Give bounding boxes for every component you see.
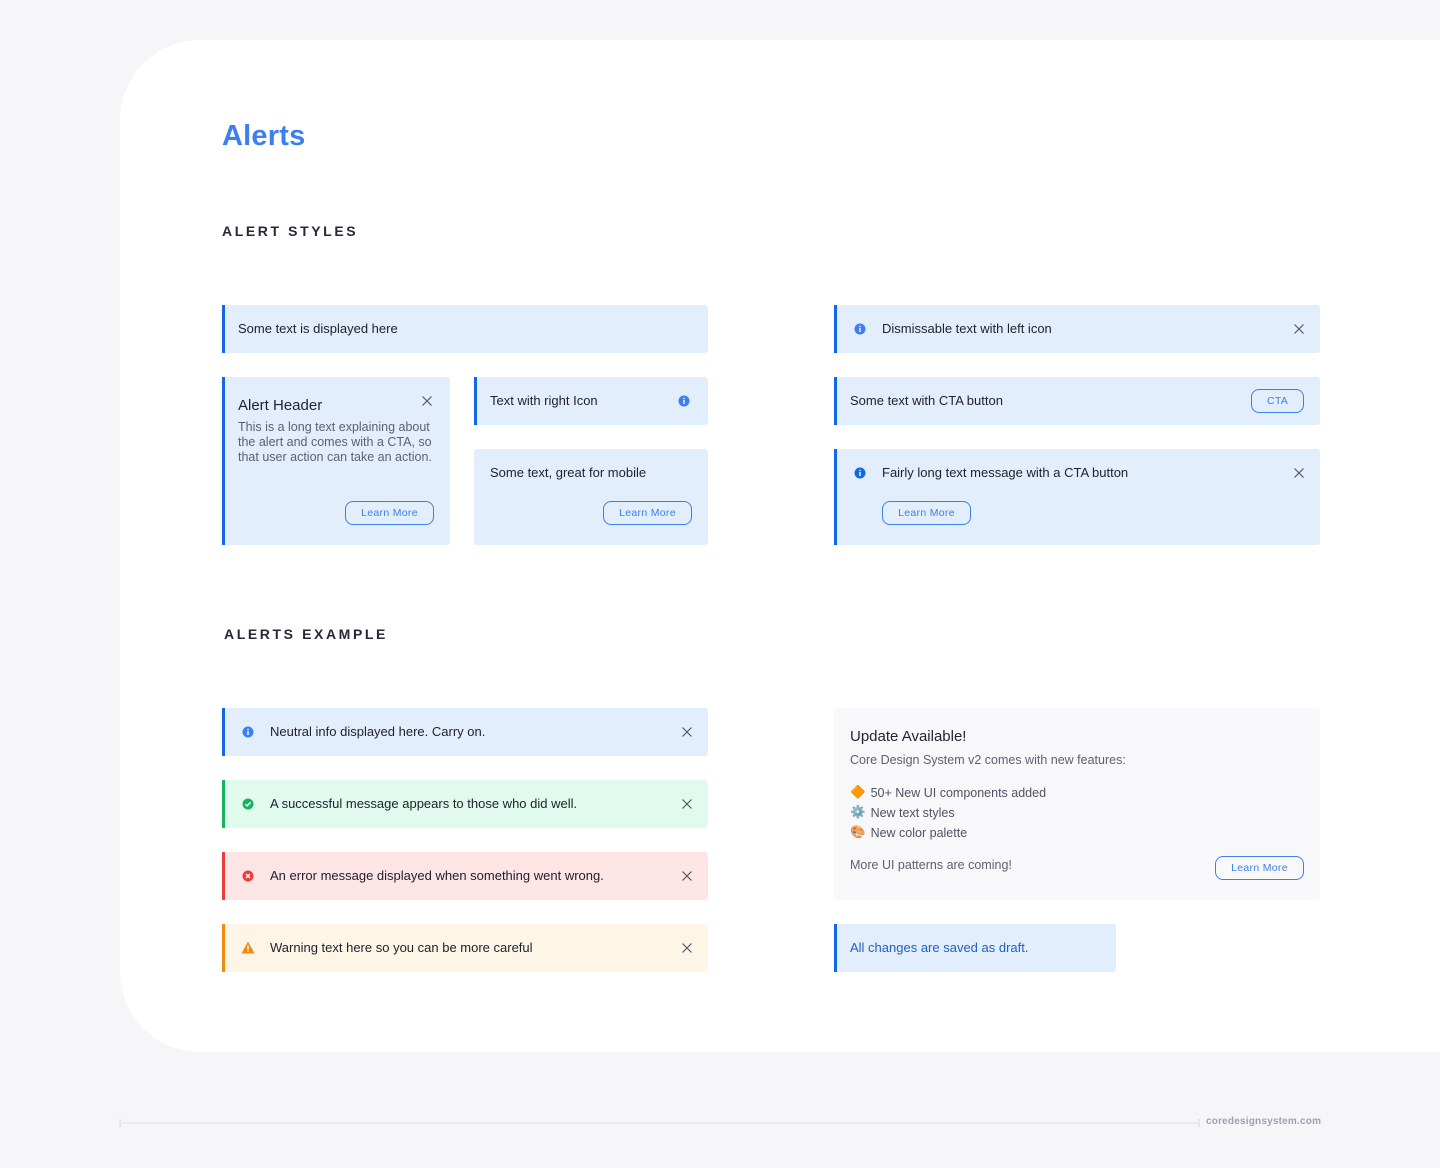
alert-text: Fairly long text message with a CTA butt…: [882, 465, 1129, 480]
alert-with-header: Alert Header This is a long text explain…: [222, 377, 450, 545]
alert-info: Neutral info displayed here. Carry on.: [222, 708, 708, 756]
alert-draft: All changes are saved as draft.: [834, 924, 1116, 972]
alert-text: Some text is displayed here: [238, 321, 398, 336]
alert-dismissable: Dismissable text with left icon: [834, 305, 1320, 353]
alert-text: Some text with CTA button: [850, 393, 1003, 408]
alert-simple: Some text is displayed here: [222, 305, 708, 353]
info-icon: [854, 323, 866, 335]
cta-button[interactable]: CTA: [1251, 389, 1304, 413]
footer-link[interactable]: coredesignsystem.com: [1206, 1116, 1321, 1127]
close-icon[interactable]: [421, 395, 433, 407]
palette-icon: 🎨: [850, 825, 866, 839]
update-description: Core Design System v2 comes with new fea…: [850, 753, 1126, 767]
footer-divider: [120, 1122, 1200, 1124]
learn-more-button[interactable]: Learn More: [882, 501, 971, 525]
feature-item: 🎨 New color palette: [850, 825, 967, 840]
learn-more-button[interactable]: Learn More: [603, 501, 692, 525]
footer-tick: [1198, 1119, 1200, 1127]
info-icon: [678, 395, 690, 407]
alert-warning: Warning text here so you can be more car…: [222, 924, 708, 972]
alert-right-icon: Text with right Icon: [474, 377, 708, 425]
feature-text: New color palette: [870, 825, 968, 840]
gear-icon: ⚙️: [850, 805, 866, 819]
update-footer-text: More UI patterns are coming!: [850, 858, 1012, 872]
alert-cta: Some text with CTA button CTA: [834, 377, 1320, 425]
alert-text: Dismissable text with left icon: [882, 321, 1052, 336]
update-title: Update Available!: [850, 728, 967, 745]
page-title: Alerts: [222, 120, 306, 152]
error-circle-icon: [242, 870, 254, 882]
alert-long-cta: Fairly long text message with a CTA butt…: [834, 449, 1320, 545]
section-title-alerts-example: ALERTS EXAMPLE: [224, 626, 388, 642]
close-icon[interactable]: [1293, 323, 1305, 335]
alert-header-body: This is a long text explaining about the…: [238, 420, 432, 464]
warning-triangle-icon: [241, 941, 255, 954]
close-icon[interactable]: [681, 942, 693, 954]
feature-text: New text styles: [870, 805, 955, 820]
content-card: [120, 40, 1440, 1052]
info-icon: [854, 467, 866, 479]
close-icon[interactable]: [681, 798, 693, 810]
alert-error: An error message displayed when somethin…: [222, 852, 708, 900]
close-icon[interactable]: [681, 870, 693, 882]
diamond-icon: 🔶: [850, 785, 866, 799]
alert-text: A successful message appears to those wh…: [270, 796, 578, 811]
alert-mobile: Some text, great for mobile Learn More: [474, 449, 708, 545]
alert-text: Text with right Icon: [490, 393, 598, 408]
alert-text: An error message displayed when somethin…: [270, 868, 604, 883]
alert-header-title: Alert Header: [238, 397, 323, 414]
feature-text: 50+ New UI components added: [870, 785, 1047, 800]
feature-item: ⚙️ New text styles: [850, 805, 955, 820]
feature-item: 🔶 50+ New UI components added: [850, 785, 1046, 800]
alert-text: Neutral info displayed here. Carry on.: [270, 724, 486, 739]
alert-success: A successful message appears to those wh…: [222, 780, 708, 828]
close-icon[interactable]: [681, 726, 693, 738]
alert-text: Warning text here so you can be more car…: [270, 940, 533, 955]
section-title-alert-styles: ALERT STYLES: [222, 223, 359, 239]
check-circle-icon: [242, 798, 254, 810]
learn-more-button[interactable]: Learn More: [345, 501, 434, 525]
learn-more-button[interactable]: Learn More: [1215, 856, 1304, 880]
alert-text: All changes are saved as draft.: [850, 940, 1029, 955]
alert-text: Some text, great for mobile: [490, 465, 647, 480]
close-icon[interactable]: [1293, 467, 1305, 479]
info-icon: [242, 726, 254, 738]
update-available-panel: Update Available! Core Design System v2 …: [834, 708, 1320, 900]
